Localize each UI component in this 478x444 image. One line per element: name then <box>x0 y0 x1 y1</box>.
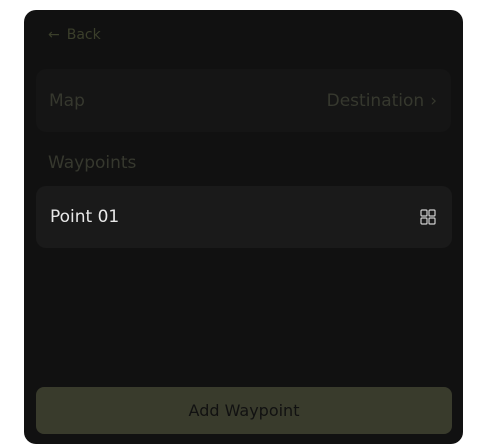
map-value: Destination › <box>327 91 437 111</box>
map-label: Map <box>49 90 85 111</box>
add-waypoint-button[interactable]: Add Waypoint <box>36 387 452 434</box>
grid-icon[interactable] <box>420 209 436 225</box>
back-button[interactable]: ← Back <box>48 27 101 43</box>
chevron-right-icon: › <box>430 90 437 111</box>
back-arrow-icon: ← <box>48 27 60 43</box>
waypoint-label: Point 01 <box>50 207 120 227</box>
waypoint-row[interactable]: Point 01 <box>36 186 452 248</box>
map-row[interactable]: Map Destination › <box>36 69 451 132</box>
back-label: Back <box>66 27 101 43</box>
waypoints-section-title: Waypoints <box>48 153 137 173</box>
map-destination-value: Destination <box>326 90 425 111</box>
waypoint-panel: ← Back Map Destination › Waypoints Point… <box>24 10 463 444</box>
